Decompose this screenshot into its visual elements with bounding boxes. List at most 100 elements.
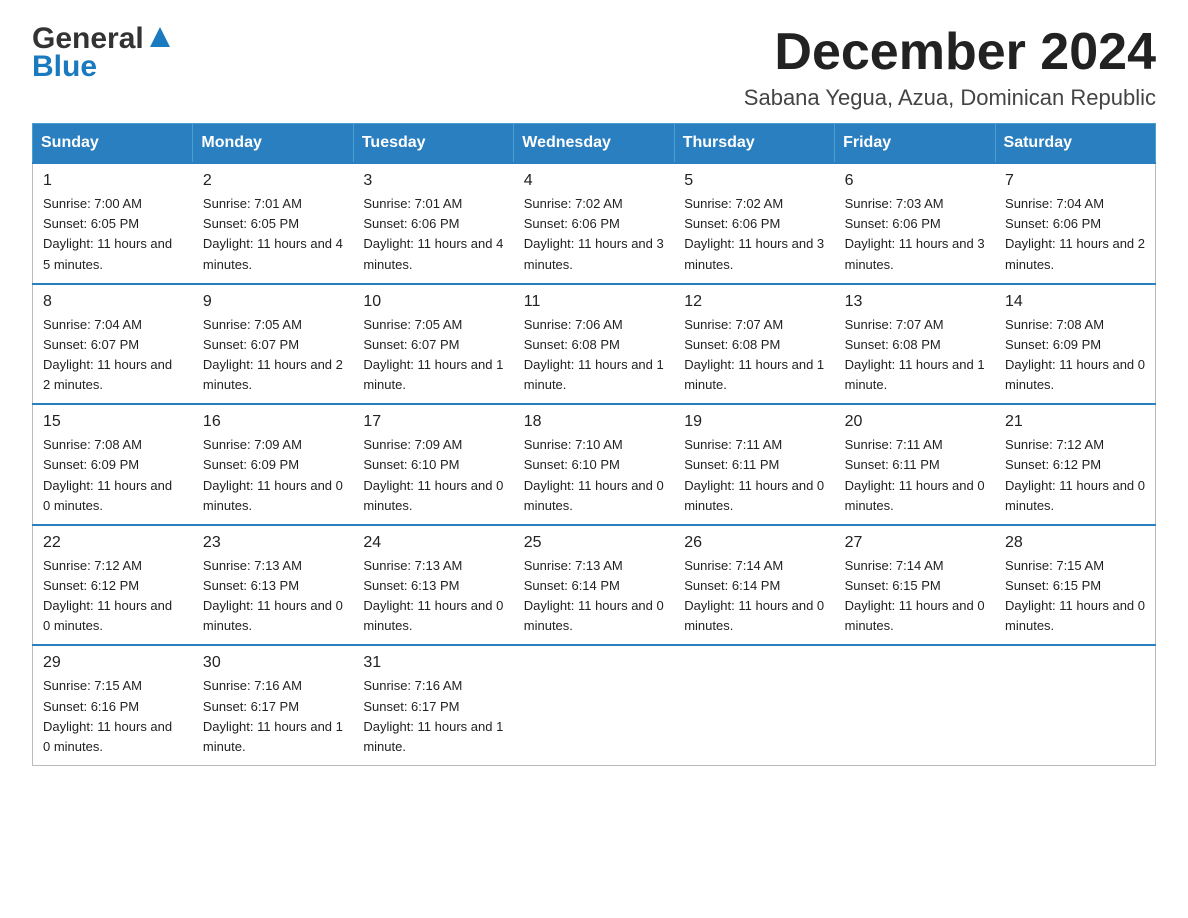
day-number: 1	[43, 172, 183, 190]
calendar-cell: 18 Sunrise: 7:10 AMSunset: 6:10 PMDaylig…	[514, 404, 674, 525]
calendar-cell: 9 Sunrise: 7:05 AMSunset: 6:07 PMDayligh…	[193, 284, 353, 405]
day-info: Sunrise: 7:04 AMSunset: 6:07 PMDaylight:…	[43, 317, 172, 392]
calendar-cell: 1 Sunrise: 7:00 AMSunset: 6:05 PMDayligh…	[33, 163, 193, 284]
day-info: Sunrise: 7:12 AMSunset: 6:12 PMDaylight:…	[43, 558, 172, 633]
day-info: Sunrise: 7:09 AMSunset: 6:10 PMDaylight:…	[363, 437, 503, 512]
day-info: Sunrise: 7:08 AMSunset: 6:09 PMDaylight:…	[43, 437, 172, 512]
day-info: Sunrise: 7:01 AMSunset: 6:05 PMDaylight:…	[203, 196, 343, 271]
day-number: 18	[524, 413, 664, 431]
day-info: Sunrise: 7:07 AMSunset: 6:08 PMDaylight:…	[684, 317, 824, 392]
calendar-cell: 16 Sunrise: 7:09 AMSunset: 6:09 PMDaylig…	[193, 404, 353, 525]
calendar-cell: 30 Sunrise: 7:16 AMSunset: 6:17 PMDaylig…	[193, 645, 353, 765]
calendar-cell: 8 Sunrise: 7:04 AMSunset: 6:07 PMDayligh…	[33, 284, 193, 405]
calendar-cell: 3 Sunrise: 7:01 AMSunset: 6:06 PMDayligh…	[353, 163, 513, 284]
weekday-header-wednesday: Wednesday	[514, 124, 674, 164]
day-info: Sunrise: 7:13 AMSunset: 6:13 PMDaylight:…	[363, 558, 503, 633]
calendar-cell: 13 Sunrise: 7:07 AMSunset: 6:08 PMDaylig…	[835, 284, 995, 405]
calendar-table: SundayMondayTuesdayWednesdayThursdayFrid…	[32, 123, 1156, 766]
calendar-week-row: 1 Sunrise: 7:00 AMSunset: 6:05 PMDayligh…	[33, 163, 1156, 284]
day-number: 24	[363, 534, 503, 552]
day-number: 11	[524, 293, 664, 311]
calendar-week-row: 29 Sunrise: 7:15 AMSunset: 6:16 PMDaylig…	[33, 645, 1156, 765]
weekday-header-sunday: Sunday	[33, 124, 193, 164]
day-number: 5	[684, 172, 824, 190]
logo-blue-text: Blue	[32, 52, 97, 82]
calendar-cell: 29 Sunrise: 7:15 AMSunset: 6:16 PMDaylig…	[33, 645, 193, 765]
calendar-cell	[995, 645, 1155, 765]
weekday-header-friday: Friday	[835, 124, 995, 164]
calendar-cell: 31 Sunrise: 7:16 AMSunset: 6:17 PMDaylig…	[353, 645, 513, 765]
calendar-cell: 17 Sunrise: 7:09 AMSunset: 6:10 PMDaylig…	[353, 404, 513, 525]
day-number: 4	[524, 172, 664, 190]
page-header: General Blue December 2024 Sabana Yegua,…	[32, 24, 1156, 111]
calendar-cell: 26 Sunrise: 7:14 AMSunset: 6:14 PMDaylig…	[674, 525, 834, 646]
calendar-cell: 28 Sunrise: 7:15 AMSunset: 6:15 PMDaylig…	[995, 525, 1155, 646]
day-info: Sunrise: 7:07 AMSunset: 6:08 PMDaylight:…	[845, 317, 985, 392]
calendar-cell: 21 Sunrise: 7:12 AMSunset: 6:12 PMDaylig…	[995, 404, 1155, 525]
day-info: Sunrise: 7:11 AMSunset: 6:11 PMDaylight:…	[845, 437, 985, 512]
day-number: 20	[845, 413, 985, 431]
month-year-title: December 2024	[744, 24, 1156, 81]
logo: General Blue	[32, 24, 174, 82]
calendar-cell: 19 Sunrise: 7:11 AMSunset: 6:11 PMDaylig…	[674, 404, 834, 525]
day-number: 3	[363, 172, 503, 190]
day-number: 30	[203, 654, 343, 672]
day-number: 9	[203, 293, 343, 311]
calendar-week-row: 15 Sunrise: 7:08 AMSunset: 6:09 PMDaylig…	[33, 404, 1156, 525]
calendar-cell	[514, 645, 674, 765]
day-number: 31	[363, 654, 503, 672]
day-info: Sunrise: 7:05 AMSunset: 6:07 PMDaylight:…	[363, 317, 503, 392]
day-number: 10	[363, 293, 503, 311]
calendar-cell	[674, 645, 834, 765]
weekday-header-thursday: Thursday	[674, 124, 834, 164]
calendar-cell: 10 Sunrise: 7:05 AMSunset: 6:07 PMDaylig…	[353, 284, 513, 405]
day-info: Sunrise: 7:15 AMSunset: 6:16 PMDaylight:…	[43, 678, 172, 753]
day-info: Sunrise: 7:00 AMSunset: 6:05 PMDaylight:…	[43, 196, 172, 271]
calendar-cell: 22 Sunrise: 7:12 AMSunset: 6:12 PMDaylig…	[33, 525, 193, 646]
calendar-week-row: 8 Sunrise: 7:04 AMSunset: 6:07 PMDayligh…	[33, 284, 1156, 405]
day-number: 6	[845, 172, 985, 190]
day-info: Sunrise: 7:04 AMSunset: 6:06 PMDaylight:…	[1005, 196, 1145, 271]
day-info: Sunrise: 7:10 AMSunset: 6:10 PMDaylight:…	[524, 437, 664, 512]
day-info: Sunrise: 7:16 AMSunset: 6:17 PMDaylight:…	[203, 678, 343, 753]
calendar-cell: 15 Sunrise: 7:08 AMSunset: 6:09 PMDaylig…	[33, 404, 193, 525]
calendar-cell: 25 Sunrise: 7:13 AMSunset: 6:14 PMDaylig…	[514, 525, 674, 646]
calendar-cell: 7 Sunrise: 7:04 AMSunset: 6:06 PMDayligh…	[995, 163, 1155, 284]
calendar-cell: 20 Sunrise: 7:11 AMSunset: 6:11 PMDaylig…	[835, 404, 995, 525]
day-info: Sunrise: 7:12 AMSunset: 6:12 PMDaylight:…	[1005, 437, 1145, 512]
calendar-cell: 4 Sunrise: 7:02 AMSunset: 6:06 PMDayligh…	[514, 163, 674, 284]
calendar-cell	[835, 645, 995, 765]
calendar-cell: 2 Sunrise: 7:01 AMSunset: 6:05 PMDayligh…	[193, 163, 353, 284]
day-number: 16	[203, 413, 343, 431]
day-number: 27	[845, 534, 985, 552]
calendar-cell: 6 Sunrise: 7:03 AMSunset: 6:06 PMDayligh…	[835, 163, 995, 284]
location-subtitle: Sabana Yegua, Azua, Dominican Republic	[744, 85, 1156, 111]
day-number: 7	[1005, 172, 1145, 190]
calendar-cell: 27 Sunrise: 7:14 AMSunset: 6:15 PMDaylig…	[835, 525, 995, 646]
day-info: Sunrise: 7:15 AMSunset: 6:15 PMDaylight:…	[1005, 558, 1145, 633]
day-number: 29	[43, 654, 183, 672]
day-info: Sunrise: 7:14 AMSunset: 6:15 PMDaylight:…	[845, 558, 985, 633]
day-number: 14	[1005, 293, 1145, 311]
calendar-cell: 5 Sunrise: 7:02 AMSunset: 6:06 PMDayligh…	[674, 163, 834, 284]
weekday-header-saturday: Saturday	[995, 124, 1155, 164]
day-number: 19	[684, 413, 824, 431]
day-number: 25	[524, 534, 664, 552]
day-number: 26	[684, 534, 824, 552]
calendar-week-row: 22 Sunrise: 7:12 AMSunset: 6:12 PMDaylig…	[33, 525, 1156, 646]
title-block: December 2024 Sabana Yegua, Azua, Domini…	[744, 24, 1156, 111]
calendar-cell: 14 Sunrise: 7:08 AMSunset: 6:09 PMDaylig…	[995, 284, 1155, 405]
day-info: Sunrise: 7:14 AMSunset: 6:14 PMDaylight:…	[684, 558, 824, 633]
day-info: Sunrise: 7:09 AMSunset: 6:09 PMDaylight:…	[203, 437, 343, 512]
day-number: 2	[203, 172, 343, 190]
day-info: Sunrise: 7:13 AMSunset: 6:13 PMDaylight:…	[203, 558, 343, 633]
day-info: Sunrise: 7:02 AMSunset: 6:06 PMDaylight:…	[524, 196, 664, 271]
day-info: Sunrise: 7:01 AMSunset: 6:06 PMDaylight:…	[363, 196, 503, 271]
day-number: 21	[1005, 413, 1145, 431]
day-info: Sunrise: 7:05 AMSunset: 6:07 PMDaylight:…	[203, 317, 343, 392]
day-number: 15	[43, 413, 183, 431]
day-number: 17	[363, 413, 503, 431]
weekday-header-monday: Monday	[193, 124, 353, 164]
calendar-cell: 11 Sunrise: 7:06 AMSunset: 6:08 PMDaylig…	[514, 284, 674, 405]
day-info: Sunrise: 7:02 AMSunset: 6:06 PMDaylight:…	[684, 196, 824, 271]
